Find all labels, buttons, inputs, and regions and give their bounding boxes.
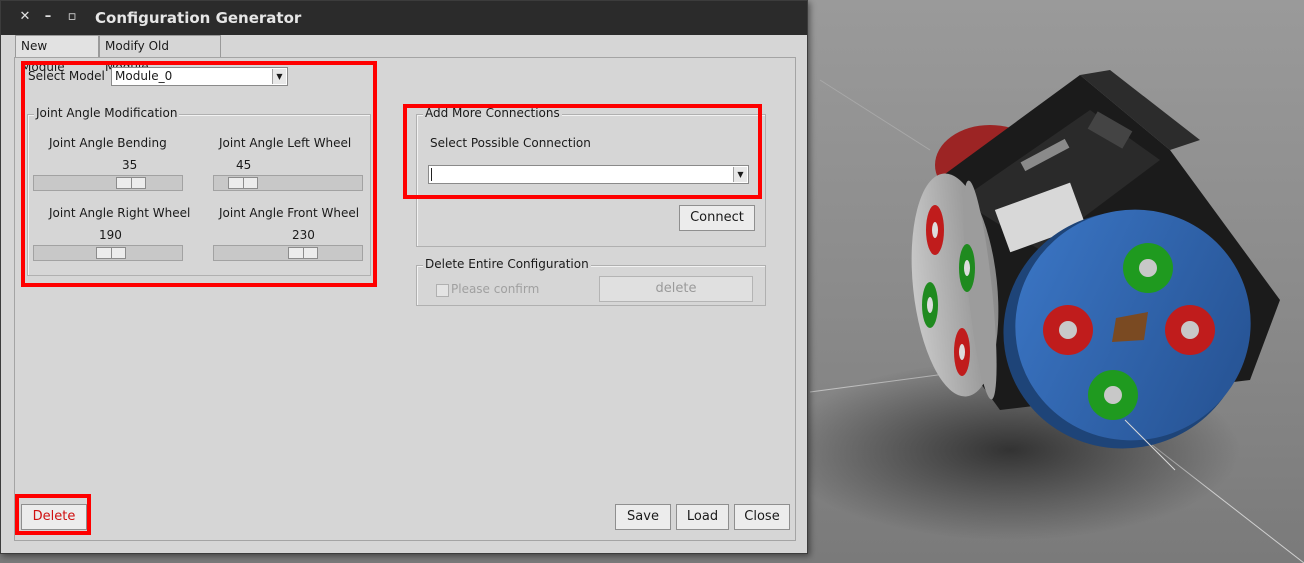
slider-handle[interactable]	[116, 177, 146, 189]
joint-angle-front-wheel-slider[interactable]	[213, 245, 363, 261]
chevron-down-icon[interactable]: ▼	[272, 69, 286, 84]
maximize-window-icon[interactable]: ▫	[65, 10, 79, 24]
select-possible-connection-label: Select Possible Connection	[430, 136, 591, 150]
select-model-value: Module_0	[115, 69, 173, 83]
chevron-down-icon[interactable]: ▼	[733, 167, 747, 182]
slider-handle[interactable]	[96, 247, 126, 259]
joint-angle-bending-slider[interactable]	[33, 175, 183, 191]
save-button[interactable]: Save	[615, 504, 671, 530]
delete-configuration-button[interactable]: delete	[599, 276, 753, 302]
configuration-generator-window: ✕ – ▫ Configuration Generator New Module…	[0, 0, 808, 554]
window-title: Configuration Generator	[95, 9, 302, 27]
tab-modify-old-module[interactable]: Modify Old Module	[99, 35, 221, 74]
joint-angle-left-wheel-slider[interactable]	[213, 175, 363, 191]
joint-angle-bending-label: Joint Angle Bending	[49, 136, 167, 150]
joint-angle-right-wheel-label: Joint Angle Right Wheel	[49, 206, 191, 220]
add-connections-group-title: Add More Connections	[423, 106, 562, 120]
close-button[interactable]: Close	[734, 504, 790, 530]
joint-angle-front-wheel-value: 230	[292, 228, 315, 242]
close-window-icon[interactable]: ✕	[18, 10, 32, 24]
load-button[interactable]: Load	[676, 504, 729, 530]
possible-connection-dropdown[interactable]: ▼	[428, 165, 749, 184]
please-confirm-label: Please confirm	[451, 282, 540, 296]
joint-angle-left-wheel-value: 45	[236, 158, 252, 172]
minimize-window-icon[interactable]: –	[41, 10, 55, 24]
text-cursor	[431, 168, 432, 181]
tab-new-module[interactable]: New Module	[15, 35, 99, 74]
connect-button[interactable]: Connect	[679, 205, 755, 231]
please-confirm-checkbox[interactable]	[436, 284, 449, 297]
joint-angle-bending-value: 35	[122, 158, 138, 172]
joint-angle-right-wheel-slider[interactable]	[33, 245, 183, 261]
select-model-dropdown[interactable]: Module_0 ▼	[111, 67, 288, 86]
joint-angle-group-title: Joint Angle Modification	[34, 106, 180, 120]
titlebar: ✕ – ▫ Configuration Generator	[1, 1, 807, 35]
slider-handle[interactable]	[288, 247, 318, 259]
select-model-label: Select Model	[28, 69, 105, 83]
delete-module-button[interactable]: Delete	[21, 504, 87, 530]
joint-angle-right-wheel-value: 190	[99, 228, 122, 242]
delete-configuration-group-title: Delete Entire Configuration	[423, 257, 591, 271]
joint-angle-front-wheel-label: Joint Angle Front Wheel	[219, 206, 360, 220]
joint-angle-left-wheel-label: Joint Angle Left Wheel	[219, 136, 352, 150]
slider-handle[interactable]	[228, 177, 258, 189]
